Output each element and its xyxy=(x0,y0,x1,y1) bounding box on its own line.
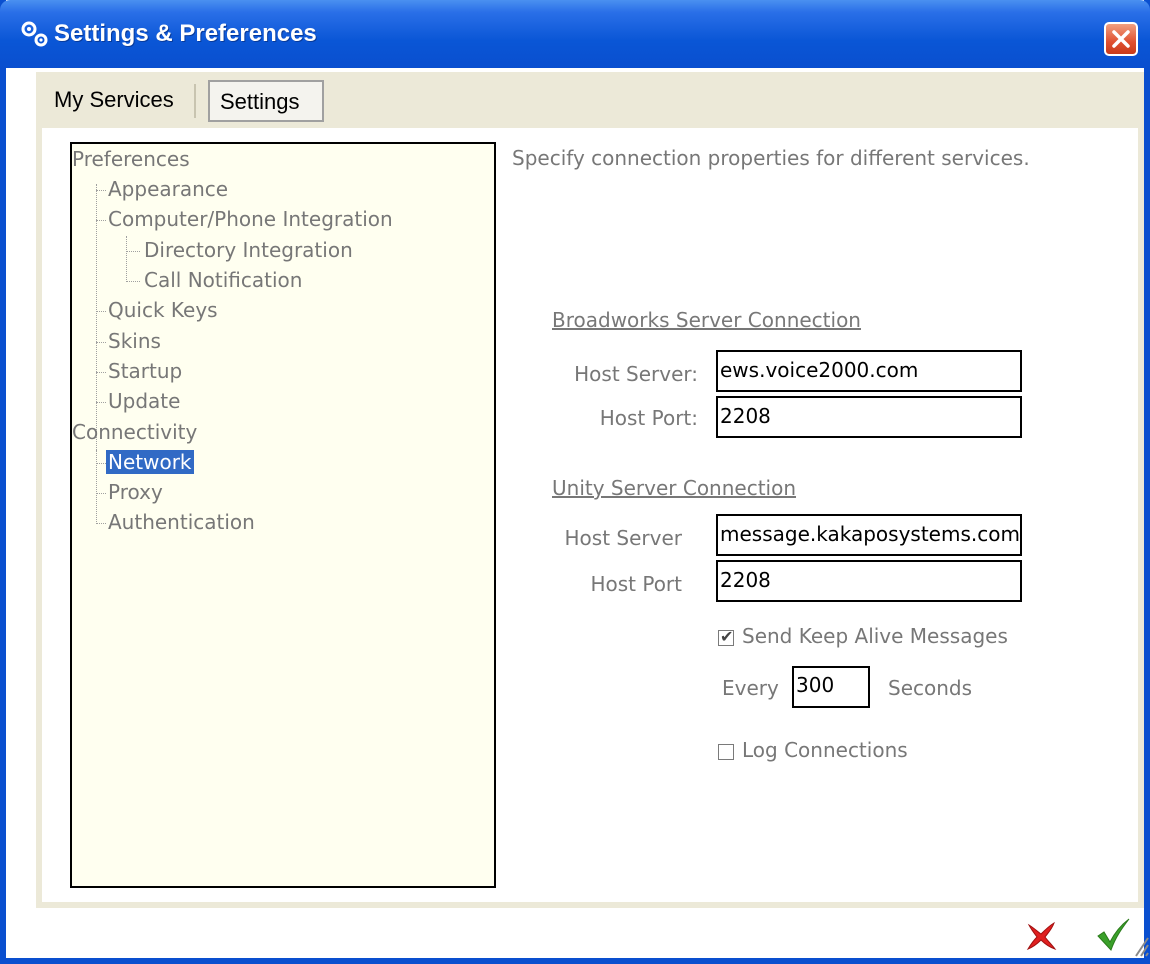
log-connections-label: Log Connections xyxy=(742,738,908,762)
tab-my-services[interactable]: My Services xyxy=(44,78,194,122)
broadworks-host-server-field[interactable]: ews.voice2000.com xyxy=(716,350,1022,392)
broadworks-host-port-label: Host Port: xyxy=(599,406,698,430)
keep-alive-interval-field[interactable]: 300 xyxy=(792,666,870,708)
tree-connector xyxy=(96,463,106,464)
close-button[interactable] xyxy=(1104,22,1138,56)
tree-connector xyxy=(96,450,97,524)
tree-item-label: Quick Keys xyxy=(108,298,218,322)
broadworks-group-title: Broadworks Server Connection xyxy=(552,308,861,332)
keep-alive-checkbox[interactable]: ✔ xyxy=(718,627,734,646)
unity-host-server-field[interactable]: message.kakaposystems.com xyxy=(716,514,1022,556)
tree-item-appearance[interactable]: Appearance xyxy=(108,174,228,204)
log-connections-checkbox[interactable] xyxy=(718,744,734,760)
tree-item-proxy[interactable]: Proxy xyxy=(108,477,163,507)
ok-button[interactable] xyxy=(1094,916,1132,954)
broadworks-host-port-field[interactable]: 2208 xyxy=(716,396,1022,438)
gears-icon xyxy=(18,18,52,52)
tree-item-startup[interactable]: Startup xyxy=(108,356,182,386)
tree-item-preferences[interactable]: Preferences xyxy=(72,144,190,174)
tree-item-label: Connectivity xyxy=(72,420,198,444)
tree-item-authentication[interactable]: Authentication xyxy=(108,507,255,537)
seconds-label: Seconds xyxy=(888,676,973,700)
tab-divider xyxy=(194,84,196,118)
every-label: Every xyxy=(722,676,779,700)
resize-grip[interactable] xyxy=(1132,932,1150,958)
tree-item-network[interactable]: Network xyxy=(106,447,194,477)
cancel-button[interactable] xyxy=(1024,918,1058,952)
tree-connector xyxy=(96,220,106,221)
tree-item-label: Authentication xyxy=(108,510,255,534)
tree-item-label: Computer/Phone Integration xyxy=(108,207,393,231)
tree-connector xyxy=(126,251,140,252)
settings-tree[interactable]: Preferences Appearance Computer/Phone In… xyxy=(70,142,496,888)
tree-connector xyxy=(96,190,106,191)
tree-connector xyxy=(96,342,106,343)
tree-item-call-notification[interactable]: Call Notification xyxy=(144,265,302,295)
settings-window: Settings & Preferences My Services Setti… xyxy=(0,0,1150,964)
tree-item-skins[interactable]: Skins xyxy=(108,326,161,356)
tree-item-label: Startup xyxy=(108,359,183,383)
title-bar[interactable]: Settings & Preferences xyxy=(0,0,1150,68)
unity-host-server-label: Host Server xyxy=(564,526,682,550)
tree-item-label: Call Notification xyxy=(144,268,303,292)
broadworks-host-server-label: Host Server: xyxy=(574,362,698,386)
tab-settings[interactable]: Settings xyxy=(208,80,324,122)
tree-item-connectivity[interactable]: Connectivity xyxy=(72,417,197,447)
tree-item-directory-integration[interactable]: Directory Integration xyxy=(144,235,353,265)
cancel-x-icon xyxy=(1026,921,1057,951)
tree-connector xyxy=(126,281,140,282)
tree-item-label: Proxy xyxy=(108,480,163,504)
unity-group-title: Unity Server Connection xyxy=(552,476,797,500)
tree-item-label: Update xyxy=(108,389,181,413)
tree-item-label: Preferences xyxy=(72,147,190,171)
tree-connector xyxy=(96,311,106,312)
tree-connector xyxy=(96,402,106,403)
tree-item-label: Appearance xyxy=(108,177,229,201)
tree-connector xyxy=(96,372,106,373)
tree-item-label: Network xyxy=(106,450,194,474)
tree-connector xyxy=(96,523,106,524)
tree-item-computer-phone-integration[interactable]: Computer/Phone Integration xyxy=(108,204,393,234)
keep-alive-label: Send Keep Alive Messages xyxy=(742,624,1008,648)
window-title: Settings & Preferences xyxy=(54,20,317,47)
unity-host-port-field[interactable]: 2208 xyxy=(716,560,1022,602)
tree-item-update[interactable]: Update xyxy=(108,386,180,416)
tree-item-quick-keys[interactable]: Quick Keys xyxy=(108,295,218,325)
network-settings-panel: Specify connection properties for differ… xyxy=(502,128,1122,888)
close-icon xyxy=(1112,30,1130,48)
tree-item-label: Directory Integration xyxy=(144,238,353,262)
tree-connector xyxy=(96,493,106,494)
unity-host-port-label: Host Port xyxy=(590,572,682,596)
panel-description: Specify connection properties for differ… xyxy=(512,146,1030,170)
tree-item-label: Skins xyxy=(108,329,161,353)
tree-connector xyxy=(126,236,127,282)
tab-strip: My Services Settings xyxy=(36,72,1144,128)
settings-content: Preferences Appearance Computer/Phone In… xyxy=(36,128,1144,908)
checkmark-icon xyxy=(1097,918,1130,951)
check-icon: ✔ xyxy=(720,627,734,646)
